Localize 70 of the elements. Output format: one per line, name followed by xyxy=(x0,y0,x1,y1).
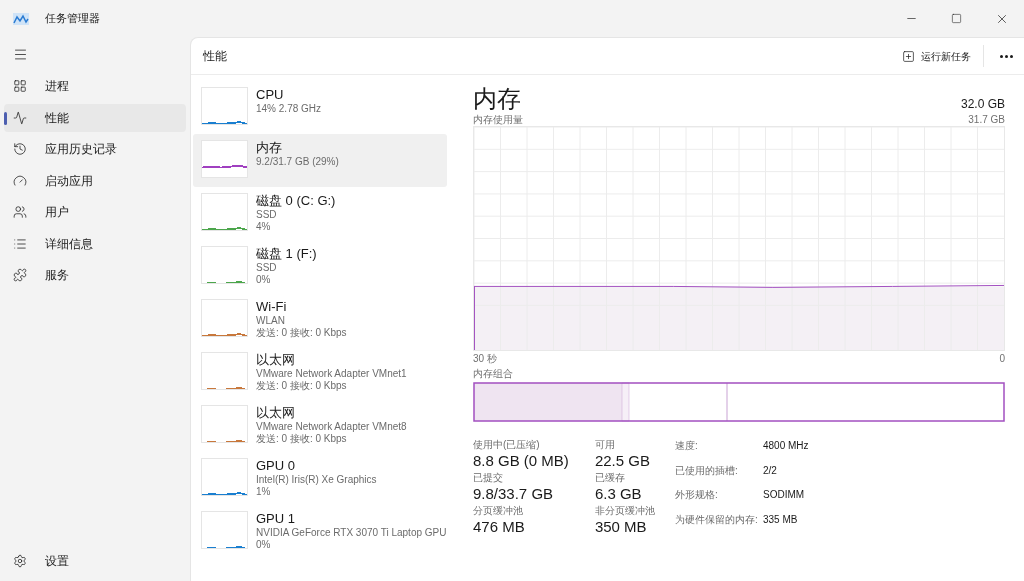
stat-label: 已提交 xyxy=(473,472,504,484)
stat-value: 6.3 GB xyxy=(594,484,643,503)
stat-label: 可用 xyxy=(594,439,616,451)
menu-icon xyxy=(12,46,28,62)
device-item[interactable]: GPU 0 Intel(R) Iris(R) Xe Graphics 1% xyxy=(193,452,447,505)
spec-label: 外形规格: xyxy=(675,488,719,502)
users-icon xyxy=(13,205,27,219)
spec-label: 速度: xyxy=(675,439,699,453)
stat-value: 8.8 GB (0 MB) xyxy=(473,451,570,470)
stat-label: 非分页缓冲池 xyxy=(594,505,656,517)
device-item[interactable]: 以太网 VMware Network Adapter VMnet1 发送: 0 接收: 0 Kbps xyxy=(193,346,447,399)
gauge-icon xyxy=(13,173,27,188)
chart-max-label: 31.7 GB xyxy=(968,114,1005,125)
stat-label: 分页缓冲池 xyxy=(473,505,524,517)
spec-value: 335 MB xyxy=(763,512,799,527)
spec-label: 已使用的插槽: xyxy=(675,463,739,478)
nav-item[interactable]: 应用历史记录 xyxy=(4,135,186,163)
usage-graph-icon xyxy=(201,458,248,496)
more-icon xyxy=(999,54,1013,58)
device-item[interactable]: CPU 14% 2.78 GHz xyxy=(193,81,447,134)
spec-value: 4800 MHz xyxy=(763,439,809,453)
usage-graph-icon xyxy=(201,193,248,231)
device-item[interactable]: 磁盘 0 (C: G:) SSD 4% xyxy=(193,187,447,240)
run-new-task-button[interactable]: 运行新任务 xyxy=(894,42,979,70)
nav-item[interactable]: 详细信息 xyxy=(4,229,186,258)
spec-label: 为硬件保留的内存: xyxy=(675,512,759,527)
device-item[interactable]: 以太网 VMware Network Adapter VMnet8 发送: 0 接收: 0 Kbps xyxy=(193,399,447,452)
total-memory: 32.0 GB xyxy=(960,96,1005,113)
nav-item[interactable]: 启动应用 xyxy=(4,166,186,195)
device-item[interactable]: GPU 1 NVIDIA GeForce RTX 3070 Ti Laptop GPU 0% xyxy=(193,505,447,558)
stat-label: 已缓存 xyxy=(594,472,626,484)
usage-graph-icon xyxy=(201,87,248,125)
maximize-icon xyxy=(951,13,962,24)
new-task-icon xyxy=(902,49,915,63)
stat-label: 使用中(已压缩) xyxy=(473,439,541,451)
usage-graph-icon xyxy=(201,246,248,284)
device-item[interactable]: 内存 9.2/31.7 GB (29%) xyxy=(193,134,447,187)
stat-value: 476 MB xyxy=(473,517,526,536)
nav-item[interactable]: 进程 xyxy=(4,72,186,100)
device-item[interactable]: Wi-Fi WLAN 发送: 0 接收: 0 Kbps xyxy=(193,293,447,346)
app-logo-icon xyxy=(13,12,29,25)
time-axis-start: 30 秒 xyxy=(473,353,497,364)
detail-title: 内存 xyxy=(473,85,521,113)
settings-nav-item[interactable]: 设置 xyxy=(4,547,186,575)
usage-graph-icon xyxy=(201,352,248,390)
settings-icon xyxy=(13,554,27,568)
stat-value: 9.8/33.7 GB xyxy=(473,484,555,503)
usage-graph-icon xyxy=(201,299,248,337)
spec-value: 2/2 xyxy=(763,463,778,478)
usage-graph-icon xyxy=(201,140,248,178)
stat-value: 350 MB xyxy=(594,517,648,536)
spec-value: SODIMM xyxy=(763,488,806,502)
chart-label: 内存使用量 xyxy=(473,114,523,125)
nav-item[interactable]: 性能 xyxy=(4,103,186,132)
time-axis-end: 0 xyxy=(999,353,1005,364)
composition-label: 内存组合 xyxy=(473,368,514,379)
list-icon xyxy=(13,236,27,251)
activity-icon xyxy=(13,110,27,125)
page-title: 性能 xyxy=(203,48,227,65)
selection-indicator xyxy=(4,111,7,125)
stat-value: 22.5 GB xyxy=(594,451,651,470)
nav-item[interactable]: 用户 xyxy=(4,198,186,226)
grid-icon xyxy=(13,79,27,93)
history-icon xyxy=(13,142,27,156)
usage-graph-icon xyxy=(201,511,248,549)
device-item[interactable]: 磁盘 1 (F:) SSD 0% xyxy=(193,240,447,293)
usage-graph-icon xyxy=(201,405,248,443)
window-title: 任务管理器 xyxy=(45,11,100,27)
puzzle-icon xyxy=(13,268,27,282)
nav-item[interactable]: 服务 xyxy=(4,261,186,289)
